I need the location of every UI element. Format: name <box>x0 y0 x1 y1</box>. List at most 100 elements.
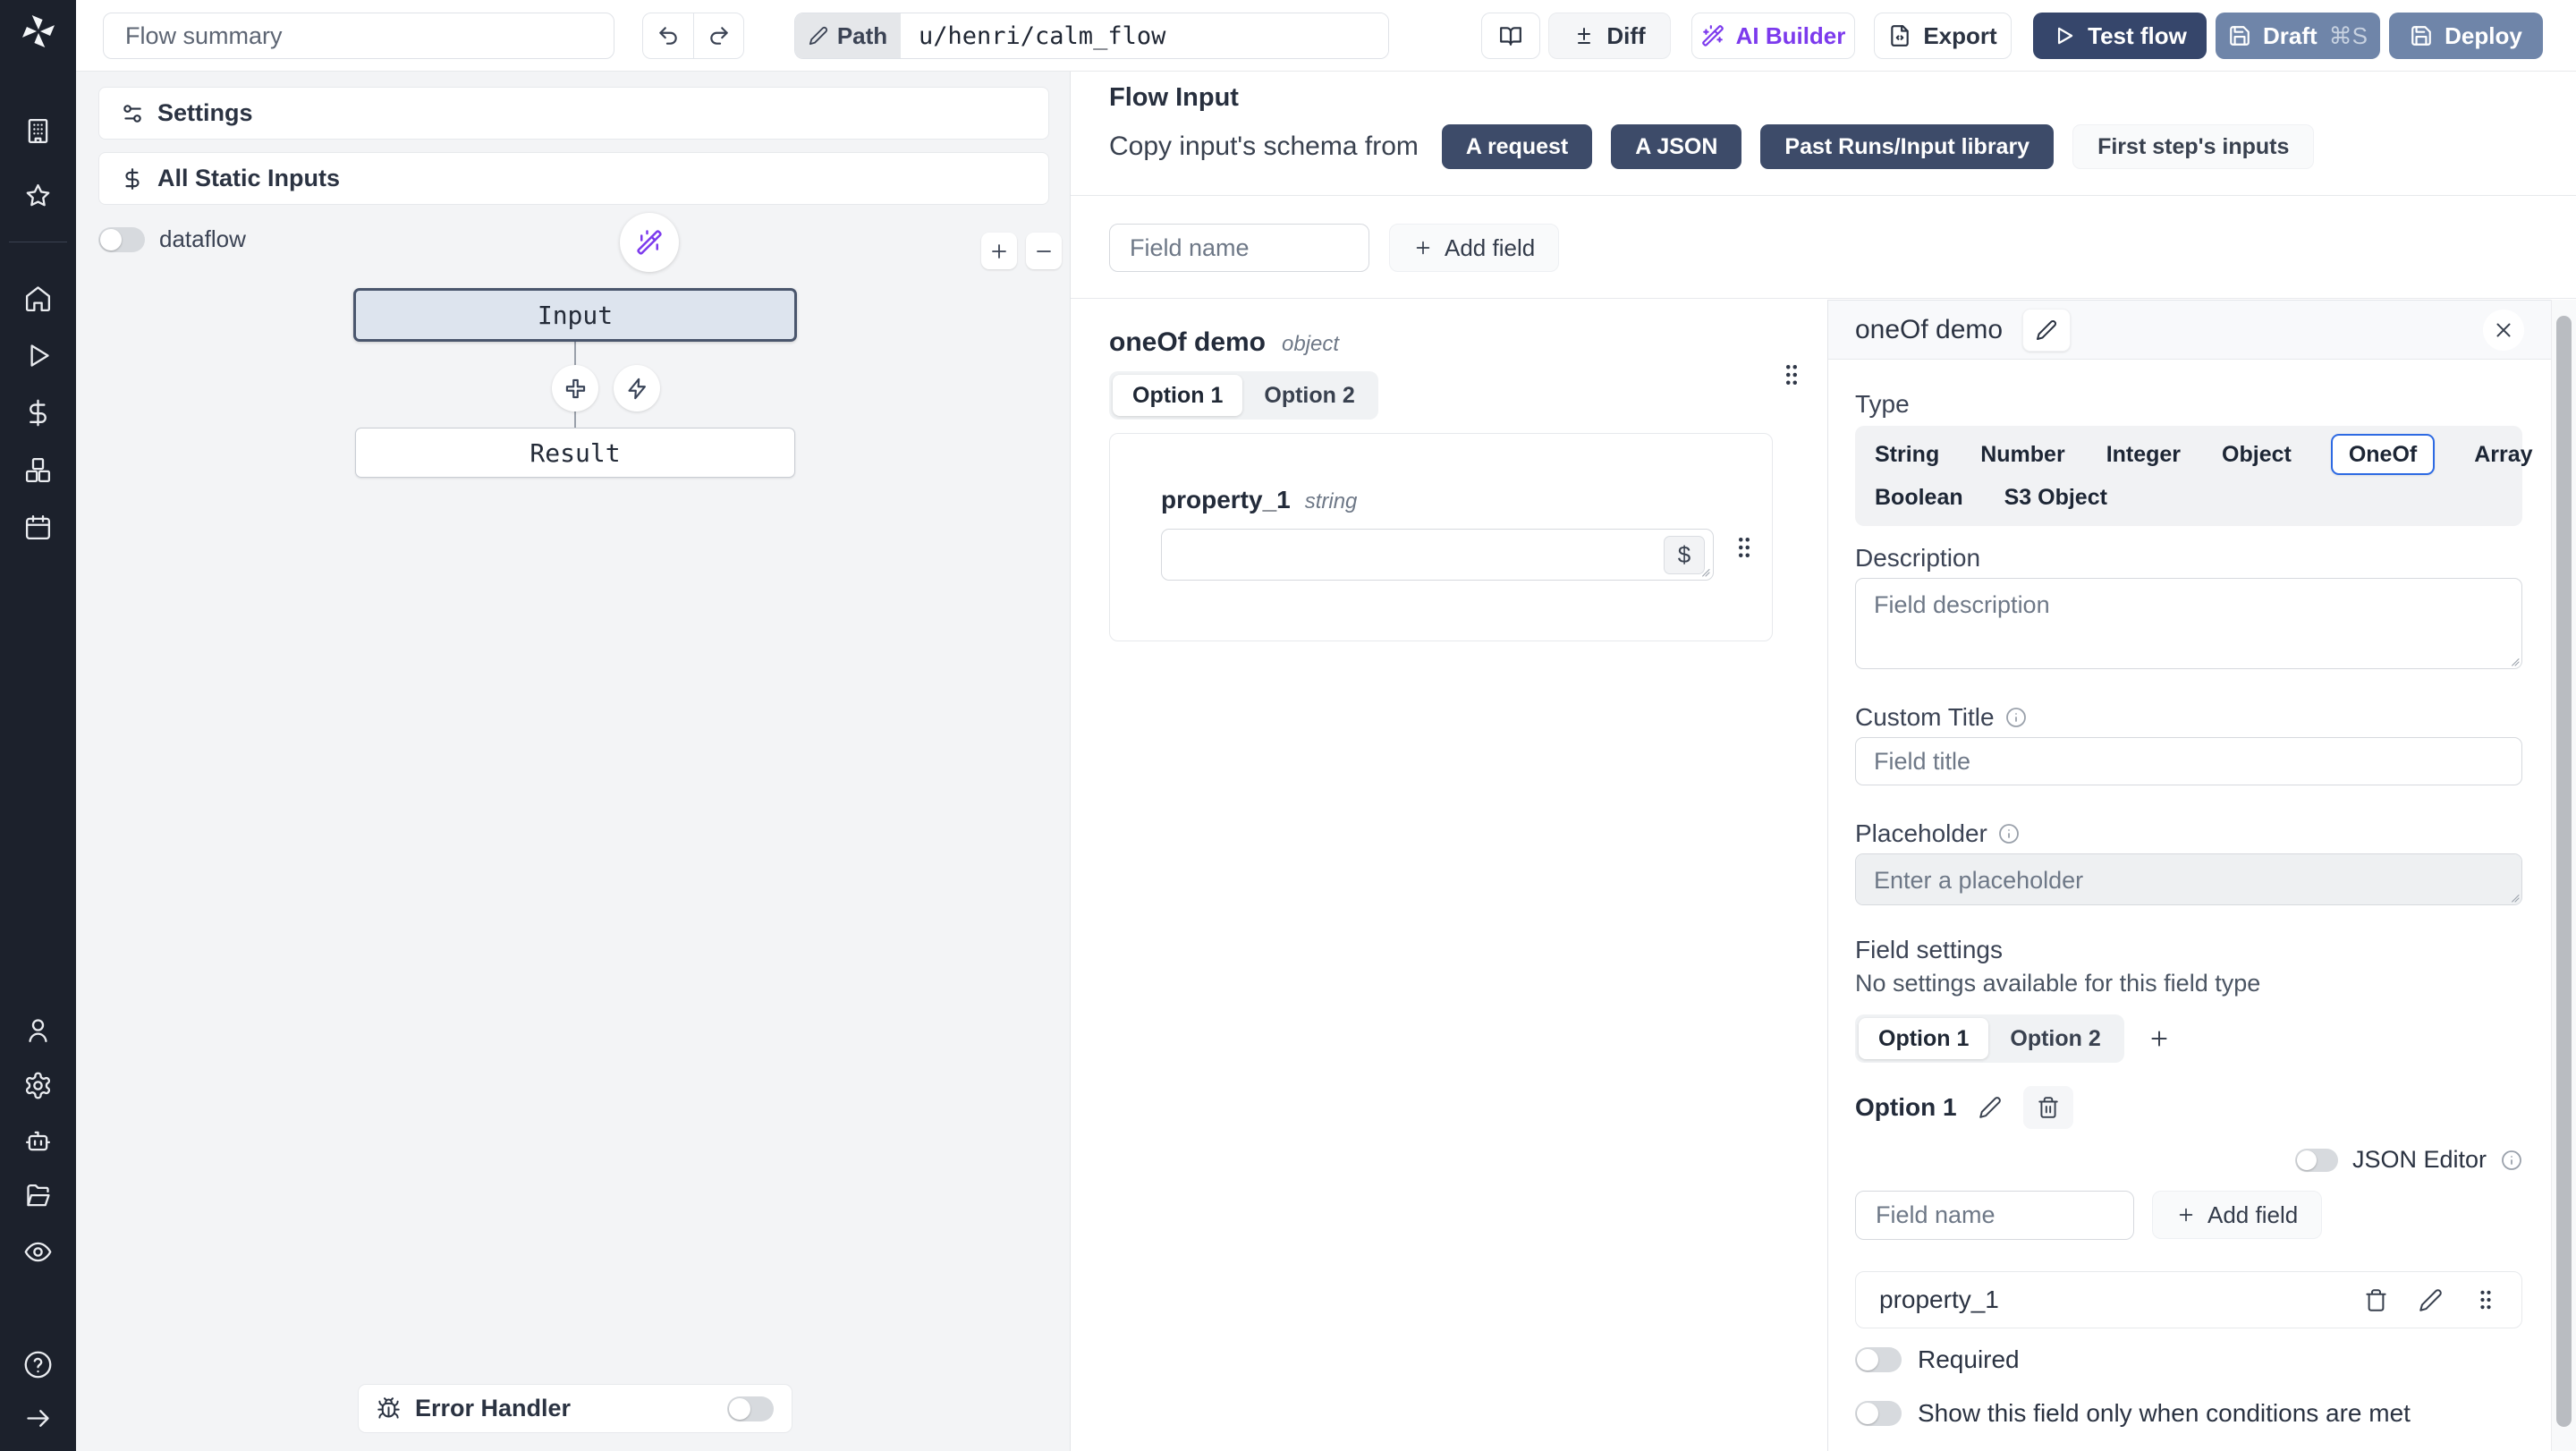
property-value-input[interactable]: $ <box>1161 529 1714 581</box>
sidebar-item-settings[interactable] <box>0 1065 76 1105</box>
result-node[interactable]: Result <box>355 428 795 478</box>
sidebar-item-audit-logs[interactable] <box>0 1232 76 1271</box>
copy-schema-label: Copy input's schema from <box>1109 132 1419 162</box>
type-s3-object-button[interactable]: S3 Object <box>2003 477 2109 518</box>
zoom-out-button[interactable] <box>1026 233 1062 269</box>
required-label: Required <box>1918 1345 2020 1374</box>
type-array-button[interactable]: Array <box>2472 434 2534 475</box>
sidebar-item-workspace[interactable] <box>0 111 76 150</box>
error-handler-label: Error Handler <box>415 1395 571 1422</box>
windmill-logo-icon[interactable] <box>18 11 59 52</box>
sidebar-item-resources[interactable] <box>0 450 76 489</box>
zoom-in-button[interactable] <box>981 233 1017 269</box>
sidebar-item-favorites[interactable] <box>0 176 76 216</box>
type-number-button[interactable]: Number <box>1979 434 2066 475</box>
json-editor-toggle[interactable] <box>2295 1149 2338 1172</box>
json-editor-row: JSON Editor <box>2295 1146 2522 1174</box>
flow-summary-input[interactable] <box>103 13 614 59</box>
type-string-button[interactable]: String <box>1873 434 1941 475</box>
export-button[interactable]: Export <box>1874 13 2012 59</box>
save-draft-button[interactable]: Draft ⌘S <box>2216 13 2380 59</box>
sidebar-item-help[interactable] <box>0 1345 76 1384</box>
dataflow-label: dataflow <box>159 225 246 253</box>
tab-option-1[interactable]: Option 1 <box>1859 1018 1988 1059</box>
delete-option-button[interactable] <box>2023 1086 2073 1129</box>
path-input[interactable] <box>901 13 1388 58</box>
edit-property-button[interactable] <box>2419 1288 2443 1312</box>
drawer-field-name-input[interactable] <box>1855 1191 2134 1240</box>
dataflow-toggle[interactable] <box>98 227 145 252</box>
input-node[interactable]: Input <box>353 288 797 342</box>
copy-from-first-step-button[interactable]: First step's inputs <box>2072 124 2314 169</box>
copy-from-json-button[interactable]: A JSON <box>1611 124 1741 169</box>
scrollbar-thumb[interactable] <box>2556 316 2572 1427</box>
resize-handle-icon[interactable] <box>2506 653 2521 667</box>
sidebar-item-workers[interactable] <box>0 1121 76 1160</box>
tab-option-2[interactable]: Option 2 <box>1244 375 1374 416</box>
add-field-button[interactable]: Add field <box>1389 224 1559 272</box>
copy-from-past-runs-button[interactable]: Past Runs/Input library <box>1760 124 2054 169</box>
conditional-toggle[interactable] <box>1855 1401 1902 1426</box>
type-object-button[interactable]: Object <box>2220 434 2293 475</box>
trigger-button[interactable] <box>614 365 660 412</box>
required-toggle[interactable] <box>1855 1347 1902 1372</box>
sidebar-item-schedules[interactable] <box>0 507 76 547</box>
custom-title-input[interactable] <box>1855 737 2522 785</box>
divider <box>1071 298 2576 299</box>
description-label: Description <box>1855 544 1980 573</box>
resize-handle-icon[interactable] <box>2506 889 2521 904</box>
type-boolean-button[interactable]: Boolean <box>1873 477 1965 518</box>
plus-icon <box>2176 1205 2196 1225</box>
description-textarea[interactable] <box>1855 578 2522 669</box>
tab-option-1[interactable]: Option 1 <box>1113 375 1242 416</box>
add-option-button[interactable] <box>2148 1027 2171 1050</box>
dataflow-row: dataflow <box>98 225 246 253</box>
ai-flow-wand-button[interactable] <box>620 213 679 272</box>
docs-button[interactable] <box>1481 13 1540 59</box>
tab-option-2[interactable]: Option 2 <box>1990 1018 2120 1059</box>
type-integer-button[interactable]: Integer <box>2105 434 2182 475</box>
drawer-add-field-button[interactable]: Add field <box>2152 1191 2322 1239</box>
diff-button[interactable]: Diff <box>1548 13 1671 59</box>
sidebar-expand-button[interactable] <box>0 1398 76 1438</box>
trash-icon <box>2364 1288 2388 1312</box>
redo-button[interactable] <box>693 13 743 58</box>
drag-handle-icon[interactable] <box>1731 534 1758 561</box>
deploy-button[interactable]: Deploy <box>2389 13 2543 59</box>
delete-property-button[interactable] <box>2364 1288 2388 1312</box>
drawer-scrollbar[interactable] <box>2551 300 2576 1451</box>
edit-field-name-button[interactable] <box>2022 309 2071 352</box>
resize-handle-icon[interactable] <box>1697 564 1711 578</box>
undo-button[interactable] <box>643 13 693 58</box>
test-flow-button[interactable]: Test flow <box>2033 13 2207 59</box>
error-handler-toggle[interactable] <box>727 1396 774 1421</box>
drag-handle-icon[interactable] <box>1778 361 1805 388</box>
field-name-input[interactable] <box>1109 224 1369 272</box>
pencil-icon <box>2419 1288 2443 1312</box>
add-step-button[interactable] <box>552 365 598 412</box>
property-heading: property_1 string <box>1161 486 1357 514</box>
drag-handle-icon[interactable] <box>2473 1287 2498 1312</box>
field-settings-label: Field settings <box>1855 936 2003 964</box>
sidebar-item-home[interactable] <box>0 279 76 318</box>
flow-settings-button[interactable]: Settings <box>98 87 1049 140</box>
sidebar-item-users[interactable] <box>0 1010 76 1049</box>
play-icon <box>2053 24 2076 47</box>
ai-builder-button[interactable]: AI Builder <box>1691 13 1855 59</box>
sidebar-item-variables[interactable] <box>0 393 76 432</box>
edit-path-button[interactable]: Path <box>795 13 901 58</box>
draft-label: Draft <box>2263 22 2318 50</box>
copy-from-request-button[interactable]: A request <box>1442 124 1592 169</box>
ai-builder-label: AI Builder <box>1736 22 1846 50</box>
rename-option-button[interactable] <box>1979 1096 2002 1119</box>
export-label: Export <box>1923 22 1996 50</box>
all-static-inputs-button[interactable]: All Static Inputs <box>98 152 1049 205</box>
oneof-option-tabs: Option 1 Option 2 <box>1109 371 1378 420</box>
sidebar-item-folders[interactable] <box>0 1176 76 1216</box>
sidebar-item-runs[interactable] <box>0 335 76 375</box>
close-drawer-button[interactable] <box>2483 310 2524 351</box>
bot-icon <box>23 1126 53 1156</box>
plus-icon <box>988 241 1010 262</box>
placeholder-textarea[interactable] <box>1855 853 2522 905</box>
type-oneof-button[interactable]: OneOf <box>2331 434 2435 475</box>
